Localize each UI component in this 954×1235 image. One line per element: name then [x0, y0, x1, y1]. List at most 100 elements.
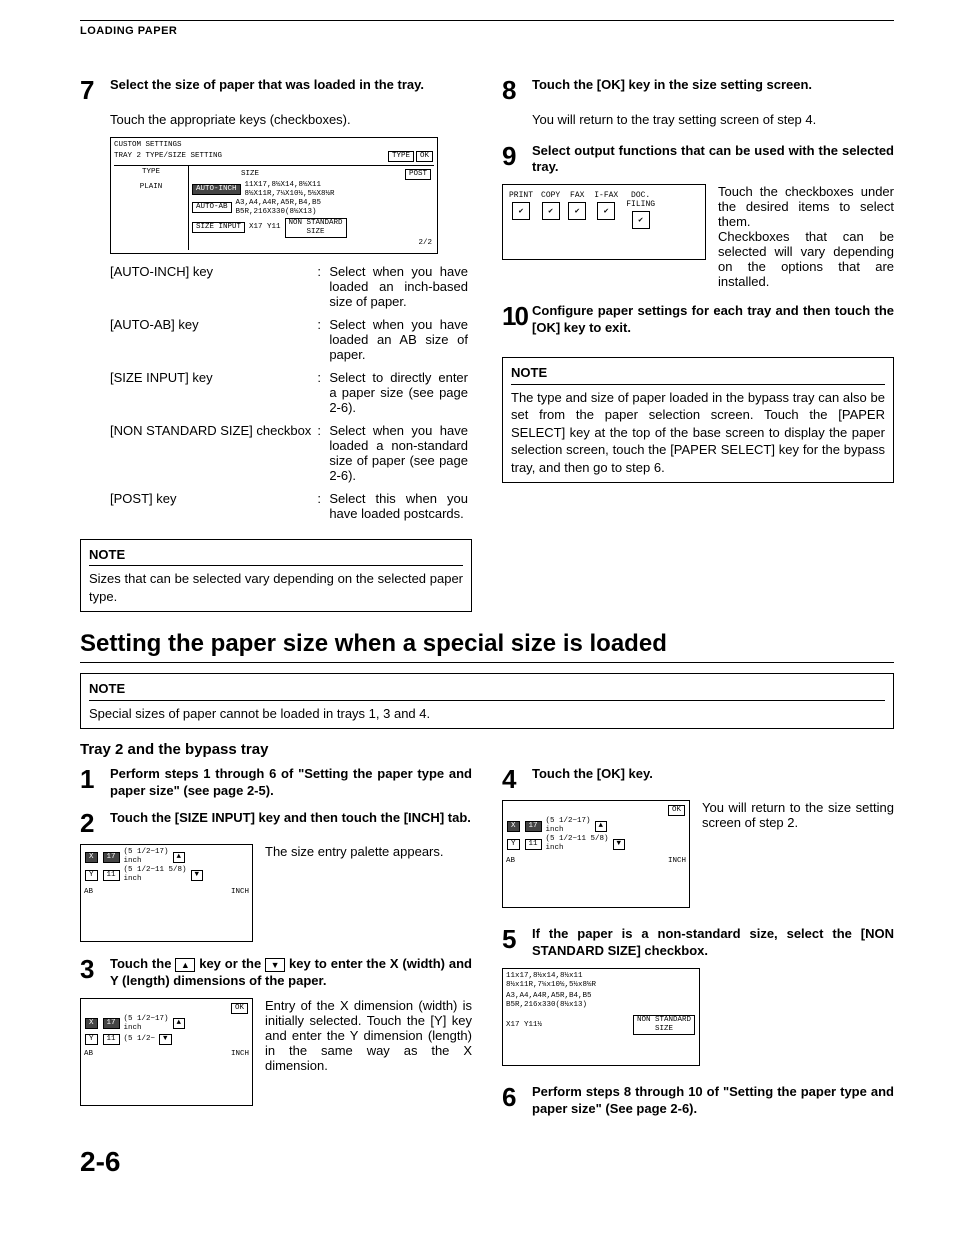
ab-tab[interactable]: AB — [84, 888, 93, 897]
def-key: [AUTO-AB] key — [110, 315, 317, 368]
x-button[interactable]: X — [85, 852, 98, 863]
step9-title: Select output functions that can be used… — [532, 143, 894, 177]
auto-ab-sizes: A3,A4,A4R,A5R,B4,B5 B5R,216X330(8½X13) — [236, 199, 322, 217]
x-value: 17 — [103, 1018, 120, 1029]
auto-ab-button[interactable]: AUTO-AB — [192, 202, 232, 213]
panel-heading: CUSTOM SETTINGS — [114, 141, 434, 150]
ok-button[interactable]: OK — [668, 805, 685, 816]
key-definitions-table: [AUTO-INCH] key:Select when you have loa… — [110, 262, 472, 527]
note-label: NOTE — [511, 364, 885, 385]
copy-checkbox[interactable]: ✔ — [542, 202, 560, 220]
auto-inch-button[interactable]: AUTO-INCH — [192, 184, 241, 195]
def-key: [POST] key — [110, 489, 317, 527]
size-entry-panel-4: OK X17(5 1/2~17) inch▲ Y11(5 1/2~11 5/8)… — [502, 800, 690, 908]
s2step2-side: The size entry palette appears. — [265, 844, 472, 859]
docfiling-checkbox[interactable]: ✔ — [632, 211, 650, 229]
s2step6-number: 6 — [502, 1084, 526, 1110]
note-text: The type and size of paper loaded in the… — [511, 390, 885, 475]
def-val: Select this when you have loaded postcar… — [329, 489, 472, 527]
y-button[interactable]: Y — [85, 870, 98, 881]
note-text: Special sizes of paper cannot be loaded … — [89, 706, 430, 721]
panel-page-indicator: 2/2 — [191, 239, 432, 248]
x-button[interactable]: X — [507, 821, 520, 832]
y-button[interactable]: Y — [85, 1034, 98, 1045]
inch-tab[interactable]: INCH — [668, 857, 686, 866]
ok-button[interactable]: OK — [231, 1003, 248, 1014]
size-entry-panel-2: X17(5 1/2~17) inch▲ Y11(5 1/2~11 5/8) in… — [80, 844, 253, 942]
y-value: 11 — [103, 1034, 120, 1045]
page-header: LOADING PAPER — [80, 25, 894, 37]
fax-checkbox[interactable]: ✔ — [568, 202, 586, 220]
tray2-size-panel: CUSTOM SETTINGS TRAY 2 TYPE/SIZE SETTING… — [110, 137, 438, 254]
inch-tab[interactable]: INCH — [231, 1050, 249, 1059]
def-val: Select when you have loaded a non-standa… — [329, 421, 472, 489]
up-arrow-button[interactable]: ▲ — [173, 1018, 186, 1029]
y-button[interactable]: Y — [507, 839, 520, 850]
auto-inch-sizes: 11X17,8½X14,8½X11 8½X11R,7¼X10½,5½X8½R — [245, 181, 335, 199]
step8-number: 8 — [502, 77, 526, 103]
output-functions-panel: PRINT✔ COPY✔ FAX✔ I-FAX✔ DOC. FILING✔ — [502, 184, 706, 260]
step10-number: 10 — [502, 303, 526, 329]
non-standard-size-checkbox[interactable]: NON STANDARD SIZE — [285, 218, 347, 238]
cb-label: DOC. FILING — [626, 191, 655, 209]
s2step3-number: 3 — [80, 956, 104, 982]
subsection-heading: Tray 2 and the bypass tray — [80, 741, 894, 758]
step9-body: Touch the checkboxes under the desired i… — [718, 184, 894, 289]
section2-note: NOTE Special sizes of paper cannot be lo… — [80, 673, 894, 729]
note-text: Sizes that can be selected vary dependin… — [89, 571, 463, 604]
post-button[interactable]: POST — [405, 169, 431, 180]
step7-note: NOTE Sizes that can be selected vary dep… — [80, 539, 472, 613]
y-value: 11 — [525, 839, 542, 850]
y-value: 11 — [103, 870, 120, 881]
up-arrow-button[interactable]: ▲ — [173, 852, 186, 863]
panel-sub: TRAY 2 TYPE/SIZE SETTING — [114, 152, 222, 161]
up-arrow-button[interactable]: ▲ — [595, 821, 608, 832]
right-note: NOTE The type and size of paper loaded i… — [502, 357, 894, 483]
ok-button[interactable]: OK — [416, 151, 433, 162]
step7-title: Select the size of paper that was loaded… — [110, 77, 424, 94]
xy-label: X17 Y11 — [249, 223, 281, 232]
x-value: 17 — [525, 821, 542, 832]
s2step5-title: If the paper is a non-standard size, sel… — [532, 926, 894, 960]
s2step2-number: 2 — [80, 810, 104, 836]
ab-tab[interactable]: AB — [84, 1050, 93, 1059]
note-label: NOTE — [89, 546, 463, 567]
note-label: NOTE — [89, 680, 885, 701]
s2step5-number: 5 — [502, 926, 526, 952]
non-standard-panel: 11x17,8½x14,8½x11 8½x11R,7¼x10½,5½x8½R A… — [502, 968, 700, 1066]
up-arrow-icon: ▲ — [175, 958, 195, 972]
down-arrow-button[interactable]: ▼ — [191, 870, 204, 881]
cb-label: PRINT — [509, 191, 533, 200]
def-key: [NON STANDARD SIZE] checkbox — [110, 421, 317, 489]
inch-tab[interactable]: INCH — [231, 888, 249, 897]
def-key: [AUTO-INCH] key — [110, 262, 317, 315]
ifax-checkbox[interactable]: ✔ — [597, 202, 615, 220]
print-checkbox[interactable]: ✔ — [512, 202, 530, 220]
s2step3-title: Touch the ▲ key or the ▼ key to enter th… — [110, 956, 472, 990]
x-value: 17 — [103, 852, 120, 863]
plain-label: PLAIN — [116, 183, 186, 192]
page-number: 2-6 — [80, 1146, 894, 1178]
step7-intro: Touch the appropriate keys (checkboxes). — [110, 111, 472, 129]
cb-label: I-FAX — [594, 191, 618, 200]
cb-label: FAX — [570, 191, 584, 200]
col-size-label: SIZE — [241, 170, 259, 179]
step7-number: 7 — [80, 77, 104, 103]
type-button[interactable]: TYPE — [388, 151, 414, 162]
step9-number: 9 — [502, 143, 526, 169]
step10-title: Configure paper settings for each tray a… — [532, 303, 894, 337]
s2step2-title: Touch the [SIZE INPUT] key and then touc… — [110, 810, 471, 827]
s2step4-title: Touch the [OK] key. — [532, 766, 653, 783]
down-arrow-button[interactable]: ▼ — [159, 1034, 172, 1045]
down-arrow-button[interactable]: ▼ — [613, 839, 626, 850]
s2step1-title: Perform steps 1 through 6 of "Setting th… — [110, 766, 472, 800]
non-standard-size-checkbox[interactable]: NON STANDARD SIZE — [633, 1015, 695, 1035]
ab-tab[interactable]: AB — [506, 857, 515, 866]
down-arrow-icon: ▼ — [265, 958, 285, 972]
def-val: Select when you have loaded an inch-base… — [329, 262, 472, 315]
section-heading: Setting the paper size when a special si… — [80, 630, 894, 663]
size-input-button[interactable]: SIZE INPUT — [192, 222, 245, 233]
x-button[interactable]: X — [85, 1018, 98, 1029]
def-val: Select to directly enter a paper size (s… — [329, 368, 472, 421]
def-key: [SIZE INPUT] key — [110, 368, 317, 421]
